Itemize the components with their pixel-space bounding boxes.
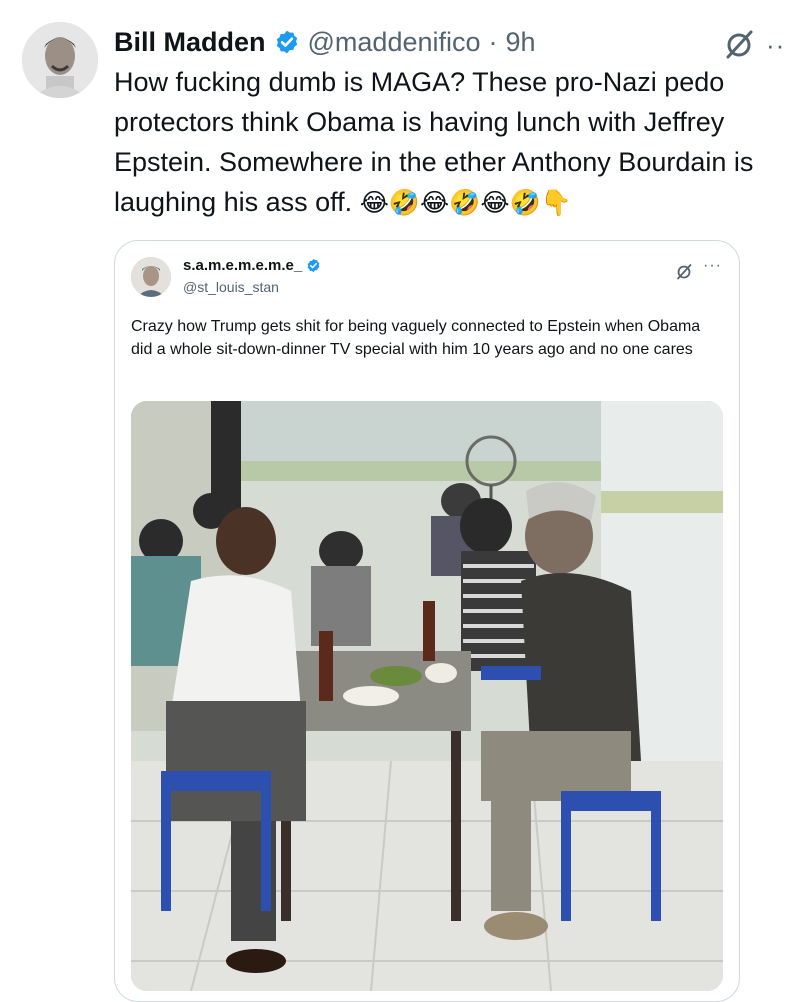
author-name[interactable]: Bill Madden [114,27,266,58]
tweet-text: How fucking dumb is MAGA? These pro-Nazi… [114,62,790,223]
separator-dot: · [488,26,498,57]
quoted-more-icon[interactable]: ··· [703,257,722,275]
quoted-photo[interactable] [131,401,723,991]
tweet-emojis: 😂🤣😂🤣😂🤣👇 [359,189,572,217]
tweet-header: Bill Madden @maddenifico · 9h [114,22,536,62]
quoted-tweet[interactable]: s.a.m.e.m.e.m.e_ @st_louis_stan ··· Craz… [114,240,740,1002]
author-avatar[interactable] [22,22,98,98]
grok-icon[interactable] [722,28,756,62]
verified-badge-icon [274,29,300,55]
author-handle[interactable]: @maddenifico [308,27,481,58]
quoted-verified-badge-icon [306,258,321,273]
more-icon[interactable]: ·· [766,30,796,60]
quoted-grok-icon[interactable] [675,263,693,281]
tweet-time[interactable]: 9h [506,27,536,58]
author-avatar-image [22,22,98,98]
quoted-author-name[interactable]: s.a.m.e.m.e.m.e_ [183,257,302,274]
quoted-author-handle[interactable]: @st_louis_stan [183,279,279,295]
restaurant-photo-image [131,401,723,991]
quoted-text: Crazy how Trump gets shit for being vagu… [131,318,701,358]
quoted-avatar-image [131,257,171,297]
quoted-author-avatar[interactable] [131,257,171,297]
quoted-author-row: s.a.m.e.m.e.m.e_ [183,257,321,274]
